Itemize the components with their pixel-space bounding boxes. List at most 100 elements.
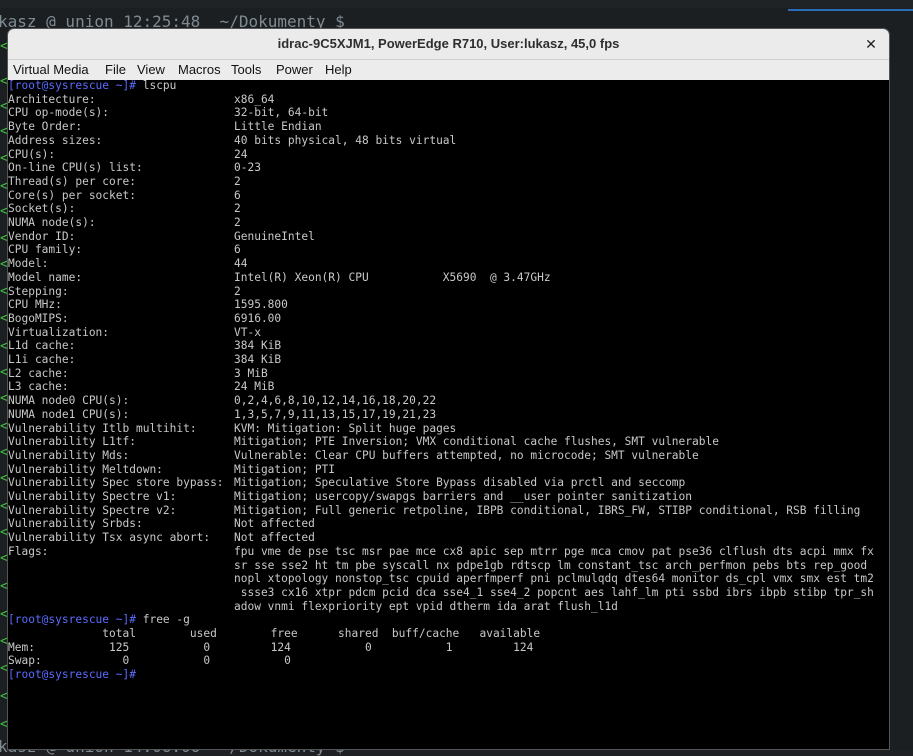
lscpu-field: Address sizes: <box>8 133 103 147</box>
lscpu-row: L3 cache: 24 MiB <box>8 380 274 394</box>
window-titlebar[interactable]: idrac-9C5XJM1, PowerEdge R710, User:luka… <box>8 29 889 60</box>
lscpu-field: Thread(s) per core: <box>8 174 136 188</box>
lscpu-value: Vulnerable: Clear CPU buffers attempted,… <box>234 448 699 462</box>
lscpu-row: Vendor ID: GenuineIntel <box>8 229 315 244</box>
shell-prompt: [root@sysrescue ~]# <box>8 613 136 627</box>
lscpu-row: Vulnerability Tsx async abort: Not affect… <box>8 531 315 545</box>
lscpu-field: L1d cache: <box>8 339 76 353</box>
lscpu-value: Mitigation; PTE Inversion; VMX condition… <box>234 435 719 449</box>
lscpu-row: Vulnerability Meltdown: Mitigation; PTI <box>8 462 335 477</box>
prompt-chevron-icon: < <box>0 689 8 704</box>
lscpu-field: Byte Order: <box>8 120 83 134</box>
prompt-chevron-icon: < <box>0 284 8 299</box>
menu-view[interactable]: View <box>137 62 165 77</box>
lscpu-field: Socket(s): <box>8 202 76 216</box>
lscpu-value: 2 <box>234 216 241 229</box>
lscpu-value: fpu vme de pse tsc msr pae mce cx8 apic … <box>234 544 874 558</box>
command-text: free -g <box>135 613 190 627</box>
console-screen[interactable]: [root@sysrescue ~]# lscpu Architecture: x8… <box>8 79 889 749</box>
free-output-text: Swap: 0 0 0 <box>8 654 291 668</box>
lscpu-value: 40 bits physical, 48 bits virtual <box>234 133 457 147</box>
menu-macros[interactable]: Macros <box>178 62 221 77</box>
window-title: idrac-9C5XJM1, PowerEdge R710, User:luka… <box>277 36 620 51</box>
lscpu-value: Little Endian <box>234 120 322 134</box>
lscpu-field: BogoMIPS: <box>8 311 69 325</box>
prompt-chevron-icon: < <box>0 525 8 540</box>
lscpu-value: Mitigation; Speculative Store Bypass dis… <box>234 476 686 490</box>
lscpu-value: Mitigation; usercopy/swapgs barriers and… <box>234 490 693 503</box>
idrac-console-window[interactable]: idrac-9C5XJM1, PowerEdge R710, User:luka… <box>8 29 889 749</box>
lscpu-row: Model name: Intel(R) Xeon(R) CPU X5690 @ … <box>8 270 551 285</box>
lscpu-value: 0-23 <box>234 161 261 175</box>
prompt-chevron-icon: < <box>0 311 8 326</box>
lscpu-row: Vulnerability Mds: Vulnerable: Clear CPU … <box>8 449 699 463</box>
lscpu-value: nopl xtopology nonstop_tsc cpuid aperfmp… <box>234 572 874 586</box>
lscpu-value: 44 <box>234 257 248 271</box>
prompt-chevron-icon: < <box>0 499 8 514</box>
close-icon[interactable]: ✕ <box>861 34 881 54</box>
lscpu-value: 6 <box>234 243 241 257</box>
lscpu-value: 32-bit, 64-bit <box>234 106 329 120</box>
lscpu-row: CPU family: 6 <box>8 243 241 257</box>
prompt-chevron-icon: < <box>0 124 8 139</box>
menu-file[interactable]: File <box>105 62 126 77</box>
lscpu-field: Model: <box>8 257 49 271</box>
lscpu-field: L2 cache: <box>8 366 69 380</box>
menu-help[interactable]: Help <box>325 62 352 77</box>
lscpu-row: Vulnerability L1tf: Mitigation; PTE Inver… <box>8 435 719 449</box>
free-output-row: total used free shared buff/cache availa… <box>8 627 540 641</box>
lscpu-row: BogoMIPS: 6916.00 <box>8 311 281 326</box>
lscpu-field: CPU op-mode(s): <box>8 106 110 120</box>
lscpu-value: VT-x <box>234 325 261 339</box>
lscpu-field: Vulnerability L1tf: <box>8 435 136 449</box>
command-text: lscpu <box>135 79 177 92</box>
lscpu-row: CPU(s): 24 <box>8 147 247 162</box>
lscpu-row: L1d cache: 384 KiB <box>8 339 281 353</box>
menu-tools[interactable]: Tools <box>231 62 261 77</box>
lscpu-row: NUMA node(s): 2 <box>8 216 241 230</box>
menu-power[interactable]: Power <box>276 62 313 77</box>
lscpu-value: 2 <box>234 174 241 188</box>
prompt-chevron-icon: < <box>0 99 8 114</box>
prompt-chevron-icon: < <box>0 551 8 566</box>
lscpu-row: Model: 44 <box>8 257 247 271</box>
lscpu-field: NUMA node0 CPU(s): <box>8 394 130 408</box>
lscpu-value: Intel(R) Xeon(R) CPU X5690 @ 3.47GHz <box>234 270 551 284</box>
prompt-chevron-icon: < <box>0 579 8 594</box>
lscpu-field: CPU(s): <box>8 147 56 161</box>
lscpu-field: NUMA node(s): <box>8 216 96 229</box>
lscpu-row: Core(s) per socket: 6 <box>8 189 241 203</box>
prompt-chevron-icon: < <box>0 179 8 194</box>
lscpu-value: 6 <box>234 188 241 202</box>
lscpu-field: Model name: <box>8 270 83 284</box>
prompt-chevron-icon: < <box>0 74 8 89</box>
lscpu-row: On-line CPU(s) list: 0-23 <box>8 161 261 175</box>
lscpu-value: GenuineIntel <box>234 229 315 243</box>
lscpu-row: Socket(s): 2 <box>8 202 241 216</box>
prompt-chevron-icon: < <box>0 634 8 649</box>
lscpu-row: Vulnerability Spectre v2: Mitigation; Ful… <box>8 504 860 518</box>
lscpu-row: Architecture: x86_64 <box>8 93 274 107</box>
lscpu-field: Vendor ID: <box>8 229 76 243</box>
lscpu-field: Virtualization: <box>8 325 110 339</box>
lscpu-value: 1,3,5,7,9,11,13,15,17,19,21,23 <box>234 407 437 421</box>
lscpu-value: ssse3 cx16 xtpr pdcm pcid dca sse4_1 sse… <box>234 585 874 599</box>
lscpu-field: Vulnerability Itlb multihit: <box>8 421 197 435</box>
host-tab-accent <box>788 9 913 11</box>
prompt-line: [root@sysrescue ~]# free -g <box>8 613 190 627</box>
lscpu-value: adow vnmi flexpriority ept vpid dtherm i… <box>234 599 618 613</box>
prompt-line: [root@sysrescue ~]# <box>8 668 136 682</box>
lscpu-field: Vulnerability Spectre v1: <box>8 490 177 503</box>
menu-bar: Virtual Media File View Macros Tools Pow… <box>8 60 889 80</box>
lscpu-field: Vulnerability Meltdown: <box>8 462 163 476</box>
lscpu-value: sr sse sse2 ht tm pbe syscall nx pdpe1gb… <box>234 558 868 572</box>
lscpu-field: Vulnerability Spec store bypass: <box>8 476 224 490</box>
lscpu-row: CPU MHz: 1595.800 <box>8 298 288 312</box>
lscpu-field: Vulnerability Tsx async abort: <box>8 531 211 545</box>
lscpu-row: Byte Order: Little Endian <box>8 120 322 134</box>
lscpu-row: Thread(s) per core: 2 <box>8 174 241 189</box>
prompt-chevron-icon: < <box>0 151 8 166</box>
menu-virtual-media[interactable]: Virtual Media <box>13 62 89 77</box>
lscpu-row: Vulnerability Spec store bypass: Mitigati… <box>8 476 685 490</box>
lscpu-field: Stepping: <box>8 284 69 298</box>
